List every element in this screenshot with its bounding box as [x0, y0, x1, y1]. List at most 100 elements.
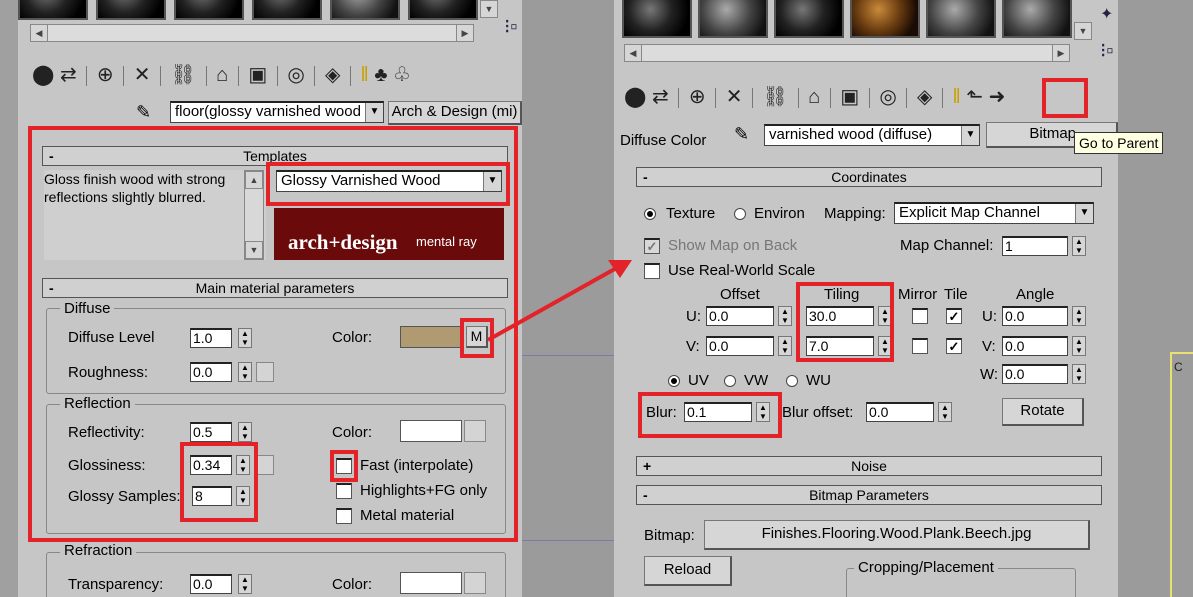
go-forward-icon[interactable]: ➜	[989, 86, 1006, 108]
map-name-field[interactable]: varnished wood (diffuse) ▼	[764, 124, 980, 146]
chevron-down-icon[interactable]: ▼	[961, 126, 979, 145]
pick-material-icon[interactable]: ✎	[136, 102, 151, 123]
put-to-scene-icon[interactable]: ⇄	[60, 64, 77, 86]
u-mirror-checkbox[interactable]	[912, 308, 928, 324]
v-tiling-field[interactable]: 7.0	[806, 336, 874, 356]
chevron-down-icon[interactable]: ▼	[1075, 204, 1093, 223]
put-to-library-icon[interactable]: ▣	[840, 86, 859, 108]
vw-radio[interactable]	[724, 375, 736, 387]
show-end-result-icon[interactable]: ‖	[952, 86, 960, 108]
glossiness-field[interactable]: 0.34	[190, 455, 232, 475]
metal-material-checkbox[interactable]	[336, 508, 352, 524]
sample-slot[interactable]	[1002, 0, 1072, 38]
put-to-scene-icon[interactable]: ⇄	[652, 86, 669, 108]
mapping-dropdown[interactable]: Explicit Map Channel ▼	[894, 202, 1094, 224]
slot-scroll-down[interactable]: ▼	[480, 0, 498, 18]
v-tile-checkbox[interactable]: ✓	[946, 338, 962, 354]
wu-radio[interactable]	[786, 375, 798, 387]
rotate-button[interactable]: Rotate	[1002, 398, 1084, 426]
map-channel-field[interactable]: 1	[1002, 236, 1068, 256]
u-angle-spinner[interactable]: ▲ ▼	[1072, 306, 1086, 326]
u-tiling-field[interactable]: 30.0	[806, 306, 874, 326]
templates-rollout-header[interactable]: - Templates	[42, 146, 508, 166]
material-id-icon[interactable]: ◎	[879, 86, 896, 108]
v-offset-spinner[interactable]: ▲ ▼	[778, 336, 792, 356]
slots-scrollbar[interactable]: ◀ ▶	[30, 24, 474, 42]
u-angle-field[interactable]: 0.0	[1002, 306, 1068, 326]
show-map-on-back-checkbox[interactable]: ✓	[644, 238, 660, 254]
highlights-fg-checkbox[interactable]	[336, 483, 352, 499]
template-preset-dropdown[interactable]: Glossy Varnished Wood ▼	[276, 170, 502, 192]
bitmap-file-button[interactable]: Finishes.Flooring.Wood.Plank.Beech.jpg	[704, 520, 1090, 550]
u-offset-field[interactable]: 0.0	[706, 306, 774, 326]
assign-material-icon[interactable]: ⊕	[689, 86, 706, 108]
sample-slot[interactable]	[926, 0, 996, 38]
transparency-field[interactable]: 0.0	[190, 574, 232, 594]
u-tiling-spinner[interactable]: ▲ ▼	[878, 306, 892, 326]
roughness-spinner[interactable]: ▲ ▼	[238, 362, 252, 382]
real-world-scale-checkbox[interactable]	[644, 263, 660, 279]
map-channel-spinner[interactable]: ▲ ▼	[1072, 236, 1086, 256]
texture-radio[interactable]	[644, 208, 656, 220]
noise-rollout-header[interactable]: + Noise	[636, 456, 1102, 476]
make-copy-icon[interactable]: ⛓	[171, 64, 196, 86]
sample-slot[interactable]	[698, 0, 768, 38]
material-id-icon[interactable]: ◎	[287, 64, 304, 86]
environ-radio[interactable]	[734, 208, 746, 220]
reflectivity-spinner[interactable]: ▲ ▼	[238, 422, 252, 442]
bitmap-params-rollout-header[interactable]: - Bitmap Parameters	[636, 485, 1102, 505]
put-to-library-icon[interactable]: ▣	[248, 64, 267, 86]
options-icon[interactable]: ✦	[1100, 4, 1113, 24]
go-to-parent-icon[interactable]: ⬑	[966, 86, 983, 108]
v-mirror-checkbox[interactable]	[912, 338, 928, 354]
sample-slot[interactable]	[330, 0, 400, 20]
chevron-down-icon[interactable]: ▼	[365, 103, 383, 122]
u-offset-spinner[interactable]: ▲ ▼	[778, 306, 792, 326]
sample-slot[interactable]	[252, 0, 322, 20]
w-angle-spinner[interactable]: ▲ ▼	[1072, 364, 1086, 384]
chevron-down-icon[interactable]: ▼	[483, 172, 501, 191]
make-unique-icon[interactable]: ⌂	[216, 64, 228, 86]
v-tiling-spinner[interactable]: ▲ ▼	[878, 336, 892, 356]
get-material-icon[interactable]: ⬤	[32, 64, 54, 86]
v-offset-field[interactable]: 0.0	[706, 336, 774, 356]
roughness-map-slot[interactable]	[256, 362, 274, 382]
blur-spinner[interactable]: ▲ ▼	[756, 402, 770, 422]
glossy-samples-field[interactable]: 8	[192, 486, 232, 506]
options-icon[interactable]: ⁝▫	[504, 14, 517, 39]
material-name-field[interactable]: floor(glossy varnished wood ▼	[170, 101, 384, 123]
reflection-color-swatch[interactable]	[400, 420, 462, 442]
refraction-color-map-slot[interactable]	[464, 572, 486, 594]
reset-icon[interactable]: ✕	[726, 86, 743, 108]
sample-slot[interactable]	[774, 0, 844, 38]
glossy-samples-spinner[interactable]: ▲ ▼	[236, 486, 250, 506]
blur-offset-field[interactable]: 0.0	[866, 402, 934, 422]
v-angle-spinner[interactable]: ▲ ▼	[1072, 336, 1086, 356]
options-icon[interactable]: ⁝▫	[1100, 38, 1113, 63]
get-material-icon[interactable]: ⬤	[624, 86, 646, 108]
show-map-icon[interactable]: ◈	[325, 64, 340, 86]
show-map-icon[interactable]: ◈	[917, 86, 932, 108]
fast-interpolate-checkbox[interactable]	[336, 458, 352, 474]
u-tile-checkbox[interactable]: ✓	[946, 308, 962, 324]
main-params-rollout-header[interactable]: - Main material parameters	[42, 278, 508, 298]
refraction-color-swatch[interactable]	[400, 572, 462, 594]
w-angle-field[interactable]: 0.0	[1002, 364, 1068, 384]
reload-button[interactable]: Reload	[644, 556, 732, 586]
show-end-result-icon[interactable]: ‖	[360, 64, 368, 86]
diffuse-color-swatch[interactable]	[400, 326, 462, 348]
make-unique-icon[interactable]: ⌂	[808, 86, 820, 108]
glossiness-map-slot[interactable]	[256, 455, 274, 475]
sample-slot[interactable]	[408, 0, 478, 20]
make-copy-icon[interactable]: ⛓	[763, 86, 788, 108]
reflectivity-field[interactable]: 0.5	[190, 422, 232, 442]
glossiness-spinner[interactable]: ▲ ▼	[236, 455, 250, 475]
slots-scrollbar[interactable]: ◀ ▶	[624, 44, 1070, 62]
transparency-spinner[interactable]: ▲ ▼	[238, 574, 252, 594]
roughness-field[interactable]: 0.0	[190, 362, 232, 382]
diffuse-level-field[interactable]: 1.0	[190, 328, 232, 348]
v-angle-field[interactable]: 0.0	[1002, 336, 1068, 356]
go-forward-icon[interactable]: ♧	[393, 64, 411, 86]
coordinates-rollout-header[interactable]: - Coordinates	[636, 167, 1102, 187]
blur-field[interactable]: 0.1	[684, 402, 752, 422]
